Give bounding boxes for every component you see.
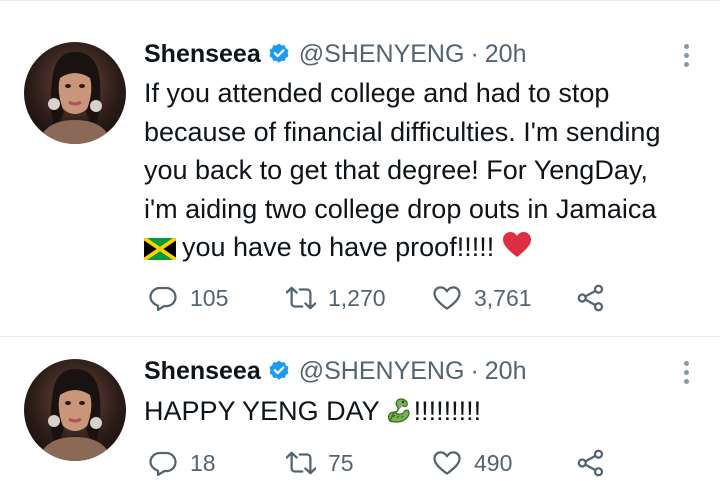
reply-button[interactable]: 105: [148, 282, 228, 314]
tweet-text-line: you have to have proof!!!!!: [182, 232, 495, 262]
author-name[interactable]: Shenseea: [144, 357, 261, 386]
jamaica-flag-icon: [144, 232, 176, 271]
retweet-button[interactable]: 1,270: [286, 282, 386, 314]
share-icon: [577, 449, 604, 477]
tweet-text-line: i'm aiding two college drop outs in Jama…: [144, 193, 657, 224]
separator-dot: ·: [470, 356, 479, 385]
share-button[interactable]: [576, 282, 618, 314]
tweet-text-part: HAPPY YENG DAY: [144, 396, 380, 426]
retweet-icon: [286, 286, 316, 310]
more-options-icon[interactable]: [682, 361, 690, 387]
avatar[interactable]: [24, 359, 126, 461]
tweet[interactable]: Shenseea @SHENYENG · 20h If you attended…: [0, 14, 720, 336]
heart-icon: [433, 286, 461, 310]
share-button[interactable]: [576, 447, 618, 479]
like-count: 3,761: [474, 284, 532, 311]
heart-icon: [433, 451, 461, 475]
reply-count: 18: [190, 449, 216, 476]
tweet-header: Shenseea @SHENYENG · 20h: [144, 355, 526, 387]
author-name[interactable]: Shenseea: [144, 40, 261, 69]
retweet-button[interactable]: 75: [286, 447, 354, 479]
tweet-text-line: HAPPY YENG DAY!!!!!!!!!: [144, 392, 704, 436]
verified-badge-icon: [267, 42, 291, 66]
tweet-text-last-line: you have to have proof!!!!!: [144, 228, 704, 271]
share-icon: [577, 284, 604, 312]
verified-badge-icon: [267, 359, 291, 383]
reply-button[interactable]: 18: [148, 447, 216, 479]
dragon-icon: [384, 395, 414, 436]
tweet-header: Shenseea @SHENYENG · 20h: [144, 38, 526, 70]
retweet-icon: [286, 451, 316, 475]
separator-dot: ·: [470, 39, 479, 68]
tweet-text: HAPPY YENG DAY!!!!!!!!!: [144, 392, 704, 436]
reply-icon: [149, 286, 177, 311]
top-divider: [0, 0, 720, 1]
reply-count: 105: [190, 284, 229, 311]
more-options-icon[interactable]: [682, 44, 690, 70]
tweet-actions: 105 1,270 3,761: [144, 282, 614, 314]
retweet-count: 75: [328, 449, 354, 476]
timestamp[interactable]: 20h: [485, 357, 527, 386]
tweet-actions: 18 75 490: [144, 447, 614, 479]
author-handle[interactable]: @SHENYENG: [299, 40, 465, 69]
tweet-text-line: because of financial difficulties. I'm s…: [144, 116, 661, 147]
tweet-text-part: !!!!!!!!!: [413, 396, 482, 426]
like-count: 490: [474, 449, 513, 476]
like-button[interactable]: 3,761: [432, 282, 532, 314]
like-button[interactable]: 490: [432, 447, 512, 479]
tweet-text: If you attended college and had to stop …: [144, 74, 704, 271]
retweet-count: 1,270: [328, 284, 386, 311]
red-heart-icon: [502, 231, 532, 270]
avatar[interactable]: [24, 42, 126, 144]
tweet-text-line: If you attended college and had to stop: [144, 78, 610, 108]
tweet-text-line: you back to get that degree! For YengDay…: [144, 155, 648, 185]
reply-icon: [149, 451, 177, 476]
author-handle[interactable]: @SHENYENG: [299, 357, 465, 386]
tweet[interactable]: Shenseea @SHENYENG · 20h HAPPY YENG DAY!…: [0, 337, 720, 503]
timestamp[interactable]: 20h: [485, 40, 527, 69]
